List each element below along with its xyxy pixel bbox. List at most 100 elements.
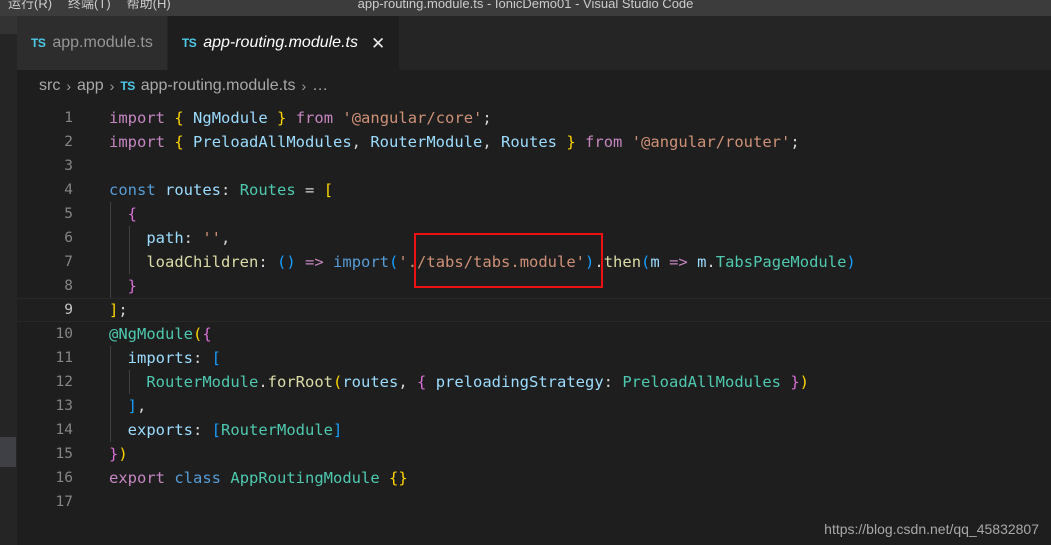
code-token: then — [603, 253, 642, 271]
line-number: 4 — [64, 182, 73, 198]
breadcrumb-segment-2[interactable]: app-routing.module.ts — [141, 77, 296, 95]
code-token: ( — [193, 325, 203, 343]
code-token: PreloadAllModules — [193, 133, 352, 151]
typescript-file-icon: TS — [31, 36, 46, 50]
sidebar-scrollbar-thumb[interactable] — [0, 437, 16, 467]
code-text: import { PreloadAllModules, RouterModule… — [109, 130, 800, 154]
code-text: }) — [109, 442, 128, 466]
code-token: from — [585, 133, 623, 151]
code-line[interactable]: 11 imports: [ — [17, 346, 1051, 370]
editor-tab-bar: TS app.module.ts TS app-routing.module.ts ✕ — [17, 16, 1051, 70]
breadcrumb-segment-0[interactable]: src — [39, 77, 60, 95]
code-line[interactable]: 8 } — [17, 274, 1051, 298]
code-token: '' — [202, 229, 221, 247]
code-token: import — [109, 133, 165, 151]
code-token: : — [193, 349, 212, 367]
code-token: . — [258, 373, 268, 391]
code-token: { — [174, 109, 184, 127]
line-number: 6 — [64, 230, 73, 246]
code-token: const — [109, 181, 156, 199]
code-token: ) — [846, 253, 856, 271]
code-token: } — [790, 373, 800, 391]
code-token: : — [258, 253, 277, 271]
code-token: RouterModule — [146, 373, 259, 391]
code-token: '@angular/core' — [342, 109, 483, 127]
chevron-right-icon: › — [66, 78, 71, 94]
code-token: : — [183, 229, 203, 247]
code-token: loadChildren — [146, 253, 259, 271]
code-lines: 1 import { NgModule } from '@angular/core… — [17, 106, 1051, 514]
code-line[interactable]: 10 @NgModule({ — [17, 322, 1051, 346]
code-line[interactable]: 17 — [17, 490, 1051, 514]
code-line[interactable]: 1 import { NgModule } from '@angular/core… — [17, 106, 1051, 130]
code-token: RouterModule — [221, 421, 333, 439]
code-token: '@angular/router' — [631, 133, 791, 151]
code-line[interactable]: 7 loadChildren: () => import('./tabs/tab… — [17, 250, 1051, 274]
code-token: , — [351, 133, 371, 151]
code-line[interactable]: 16 export class AppRoutingModule {} — [17, 466, 1051, 490]
window-title: app-routing.module.ts - IonicDemo01 - Vi… — [357, 0, 694, 11]
code-token: [ — [211, 421, 222, 439]
code-token: ( — [641, 253, 651, 271]
close-icon[interactable]: ✕ — [371, 35, 385, 52]
typescript-file-icon: TS — [181, 36, 197, 50]
line-number: 7 — [64, 254, 73, 270]
code-line[interactable]: 15}) — [17, 442, 1051, 466]
code-token: => — [669, 253, 688, 271]
code-line[interactable]: 5 { — [17, 202, 1051, 226]
code-token: {} — [389, 469, 408, 487]
code-line[interactable]: 2 import { PreloadAllModules, RouterModul… — [17, 130, 1051, 154]
code-line[interactable]: 12 RouterModule.forRoot(routes, { preloa… — [17, 370, 1051, 394]
code-token: @ — [109, 325, 119, 343]
editor-tab-label: app-routing.module.ts — [203, 34, 358, 51]
editor-tab-active[interactable]: TS app-routing.module.ts ✕ — [167, 16, 401, 70]
code-line[interactable]: 9]; — [17, 298, 1051, 322]
code-editor[interactable]: 1 import { NgModule } from '@angular/core… — [17, 102, 1051, 545]
code-token: } — [566, 133, 576, 151]
breadcrumb-segment-3[interactable]: … — [312, 77, 328, 95]
code-token: . — [594, 253, 604, 271]
code-line[interactable]: 3 — [17, 154, 1051, 178]
breadcrumb-segment-1[interactable]: app — [77, 77, 104, 95]
editor-tab-inactive[interactable]: TS app.module.ts — [17, 16, 168, 70]
line-number: 2 — [64, 134, 73, 150]
code-token: , — [221, 229, 231, 247]
code-token: } — [277, 109, 287, 127]
code-token: = — [295, 181, 324, 199]
breadcrumb: src › app › TS app-routing.module.ts ›… — [17, 70, 1051, 102]
code-text: @NgModule({ — [109, 322, 212, 346]
code-token: RouterModule — [370, 133, 483, 151]
code-token: ( — [332, 373, 343, 391]
code-token: , — [398, 373, 417, 391]
code-line[interactable]: 14 exports: [RouterModule] — [17, 418, 1051, 442]
code-line[interactable]: 13 ], — [17, 394, 1051, 418]
line-number: 15 — [55, 446, 73, 462]
code-line[interactable]: 4 const routes: Routes = [ — [17, 178, 1051, 202]
line-number: 16 — [55, 470, 73, 486]
code-token: : — [603, 373, 623, 391]
code-token: routes — [342, 373, 399, 391]
line-number: 14 — [55, 422, 73, 438]
line-number: 8 — [64, 278, 73, 294]
code-token: [ — [211, 349, 222, 367]
code-line[interactable]: 6 path: '', — [17, 226, 1051, 250]
code-token: : — [221, 181, 240, 199]
side-bar-header — [0, 16, 17, 34]
code-text: const routes: Routes = [ — [109, 178, 333, 202]
